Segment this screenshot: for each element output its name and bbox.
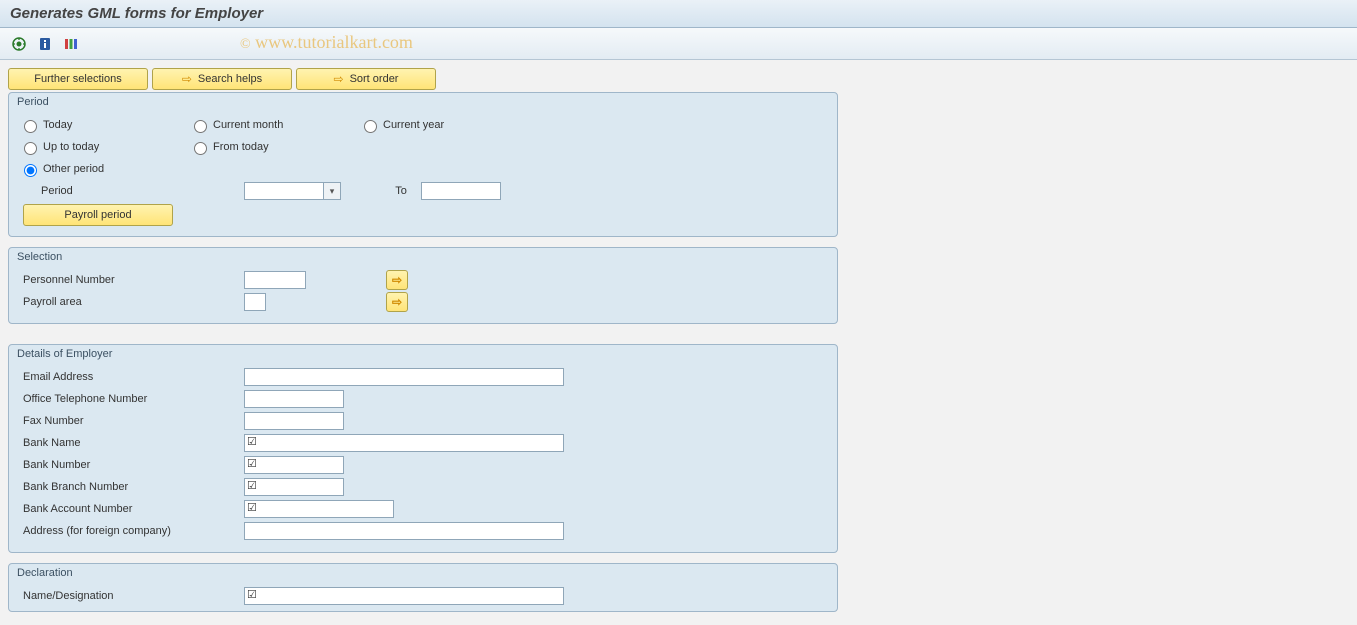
radio-label: Current month [213, 119, 283, 131]
title-bar: Generates GML forms for Employer [0, 0, 1357, 28]
office-tel-label: Office Telephone Number [19, 393, 244, 405]
radio-from-today-input[interactable] [194, 142, 207, 155]
bank-account-input[interactable] [244, 500, 394, 518]
group-title: Selection [9, 248, 837, 263]
bank-account-label: Bank Account Number [19, 503, 244, 515]
arrow-right-icon: ⇨ [392, 273, 402, 287]
radio-other-period[interactable]: Other period [19, 161, 189, 177]
execute-button[interactable] [8, 33, 30, 55]
radio-other-period-input[interactable] [24, 164, 37, 177]
payroll-area-input[interactable] [244, 293, 266, 311]
arrow-right-icon: ⇨ [392, 295, 402, 309]
radio-today-input[interactable] [24, 120, 37, 133]
to-label: To [381, 185, 421, 197]
radio-label: Other period [43, 163, 104, 175]
period-f4-button[interactable]: ▾ [323, 182, 341, 200]
bank-branch-label: Bank Branch Number [19, 481, 244, 493]
radio-from-today[interactable]: From today [189, 139, 359, 155]
bank-name-label: Bank Name [19, 437, 244, 449]
search-helps-button[interactable]: ⇨ Search helps [152, 68, 292, 90]
group-title: Period [9, 93, 837, 108]
details-group: Details of Employer Email Address Office… [8, 344, 838, 553]
group-title: Details of Employer [9, 345, 837, 360]
personnel-number-multi-button[interactable]: ⇨ [386, 270, 408, 290]
button-label: Payroll period [64, 209, 131, 221]
radio-up-to-today-input[interactable] [24, 142, 37, 155]
content-area: Further selections ⇨ Search helps ⇨ Sort… [0, 60, 1357, 625]
variant-icon [64, 37, 78, 51]
f4-icon: ▾ [330, 186, 335, 197]
email-label: Email Address [19, 371, 244, 383]
address-label: Address (for foreign company) [19, 525, 244, 537]
sort-order-button[interactable]: ⇨ Sort order [296, 68, 436, 90]
fax-label: Fax Number [19, 415, 244, 427]
address-input[interactable] [244, 522, 564, 540]
office-tel-input[interactable] [244, 390, 344, 408]
personnel-number-input[interactable] [244, 271, 306, 289]
period-to-input[interactable] [421, 182, 501, 200]
payroll-period-button[interactable]: Payroll period [23, 204, 173, 226]
radio-up-to-today[interactable]: Up to today [19, 139, 189, 155]
arrow-right-icon: ⇨ [334, 72, 344, 86]
selection-group: Selection Personnel Number ⇨ Payroll are… [8, 247, 838, 324]
period-label: Period [19, 185, 244, 197]
payroll-area-label: Payroll area [19, 296, 244, 308]
bank-branch-input[interactable] [244, 478, 344, 496]
top-button-row: Further selections ⇨ Search helps ⇨ Sort… [8, 68, 1345, 90]
radio-current-month[interactable]: Current month [189, 117, 359, 133]
bank-number-label: Bank Number [19, 459, 244, 471]
variant-button[interactable] [60, 33, 82, 55]
arrow-right-icon: ⇨ [182, 72, 192, 86]
period-group: Period Today Current month [8, 92, 838, 237]
radio-current-year-input[interactable] [364, 120, 377, 133]
group-title: Declaration [9, 564, 837, 579]
personnel-number-label: Personnel Number [19, 274, 244, 286]
button-label: Further selections [34, 73, 121, 85]
payroll-area-multi-button[interactable]: ⇨ [386, 292, 408, 312]
info-button[interactable] [34, 33, 56, 55]
info-icon [38, 37, 52, 51]
radio-today[interactable]: Today [19, 117, 189, 133]
radio-label: From today [213, 141, 269, 153]
app-toolbar [0, 28, 1357, 60]
fax-input[interactable] [244, 412, 344, 430]
radio-label: Current year [383, 119, 444, 131]
email-input[interactable] [244, 368, 564, 386]
page-title: Generates GML forms for Employer [10, 5, 263, 22]
period-from-input[interactable] [244, 182, 324, 200]
bank-name-input[interactable] [244, 434, 564, 452]
button-label: Sort order [350, 73, 399, 85]
execute-icon [12, 37, 26, 51]
radio-current-month-input[interactable] [194, 120, 207, 133]
name-desig-label: Name/Designation [19, 590, 244, 602]
name-desig-input[interactable] [244, 587, 564, 605]
bank-number-input[interactable] [244, 456, 344, 474]
radio-label: Up to today [43, 141, 99, 153]
radio-current-year[interactable]: Current year [359, 117, 529, 133]
declaration-group: Declaration Name/Designation ☑ [8, 563, 838, 612]
button-label: Search helps [198, 73, 262, 85]
radio-label: Today [43, 119, 72, 131]
further-selections-button[interactable]: Further selections [8, 68, 148, 90]
